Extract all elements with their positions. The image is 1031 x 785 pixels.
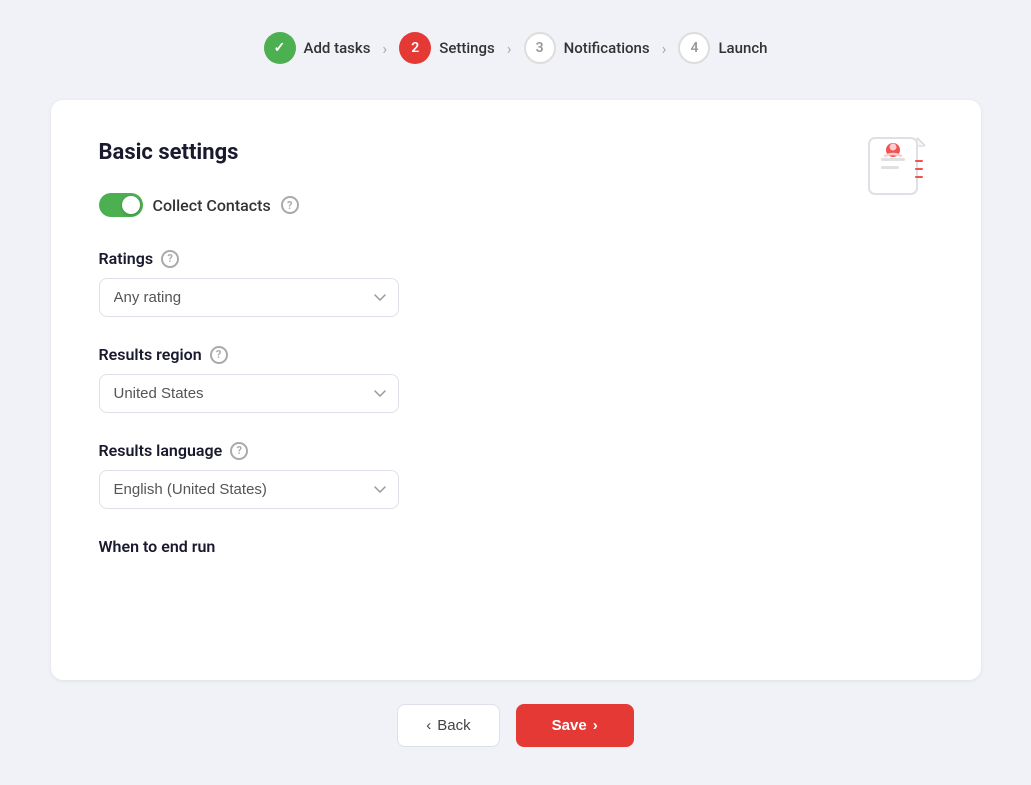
ratings-select[interactable]: Any rating 4+ stars 3+ stars 2+ stars 1+… xyxy=(99,278,399,317)
step-label-notifications: Notifications xyxy=(564,39,650,57)
results-region-field-group: Results region ? United States United Ki… xyxy=(99,345,933,413)
ratings-label-row: Ratings ? xyxy=(99,249,933,268)
step-circle-launch: 4 xyxy=(678,32,710,64)
save-button-label: Save xyxy=(552,717,587,734)
back-button[interactable]: ‹ Back xyxy=(397,704,499,747)
results-language-select[interactable]: English (United States) English (UK) Fre… xyxy=(99,470,399,509)
step-circle-notifications: 3 xyxy=(524,32,556,64)
results-region-select[interactable]: United States United Kingdom Canada Aust… xyxy=(99,374,399,413)
results-region-help-icon[interactable]: ? xyxy=(210,346,228,364)
step-add-tasks: ✓ Add tasks xyxy=(264,32,371,64)
ratings-help-icon[interactable]: ? xyxy=(161,250,179,268)
main-card: Basic settings Collect Contacts ? Rating… xyxy=(51,100,981,680)
step-settings: 2 Settings xyxy=(399,32,495,64)
stepper: ✓ Add tasks › 2 Settings › 3 Notificatio… xyxy=(264,20,768,76)
contact-illustration xyxy=(861,128,933,200)
section-title: Basic settings xyxy=(99,140,933,165)
results-region-label-row: Results region ? xyxy=(99,345,933,364)
collect-contacts-row: Collect Contacts ? xyxy=(99,193,933,217)
step-label-settings: Settings xyxy=(439,39,495,57)
back-button-label: Back xyxy=(437,717,470,734)
step-launch: 4 Launch xyxy=(678,32,767,64)
ratings-field-group: Ratings ? Any rating 4+ stars 3+ stars 2… xyxy=(99,249,933,317)
results-language-label-row: Results language ? xyxy=(99,441,933,460)
ratings-label: Ratings xyxy=(99,249,154,268)
step-circle-settings: 2 xyxy=(399,32,431,64)
collect-contacts-toggle[interactable] xyxy=(99,193,143,217)
results-language-field-group: Results language ? English (United State… xyxy=(99,441,933,509)
back-arrow-icon: ‹ xyxy=(426,717,431,734)
collect-contacts-label: Collect Contacts xyxy=(153,196,271,215)
step-label-add-tasks: Add tasks xyxy=(304,39,371,57)
results-region-label: Results region xyxy=(99,345,202,364)
step-notifications: 3 Notifications xyxy=(524,32,650,64)
when-to-end-run-label-row: When to end run xyxy=(99,537,933,556)
when-to-end-run-label: When to end run xyxy=(99,537,216,556)
save-button[interactable]: Save › xyxy=(516,704,634,747)
results-language-label: Results language xyxy=(99,441,223,460)
step-arrow-2: › xyxy=(507,39,512,58)
bottom-bar: ‹ Back Save › xyxy=(397,704,633,747)
results-language-help-icon[interactable]: ? xyxy=(230,442,248,460)
save-arrow-icon: › xyxy=(593,717,598,734)
step-arrow-1: › xyxy=(382,39,387,58)
when-to-end-run-group: When to end run xyxy=(99,537,933,556)
step-arrow-3: › xyxy=(662,39,667,58)
step-circle-add-tasks: ✓ xyxy=(264,32,296,64)
collect-contacts-help-icon[interactable]: ? xyxy=(281,196,299,214)
step-label-launch: Launch xyxy=(718,39,767,57)
